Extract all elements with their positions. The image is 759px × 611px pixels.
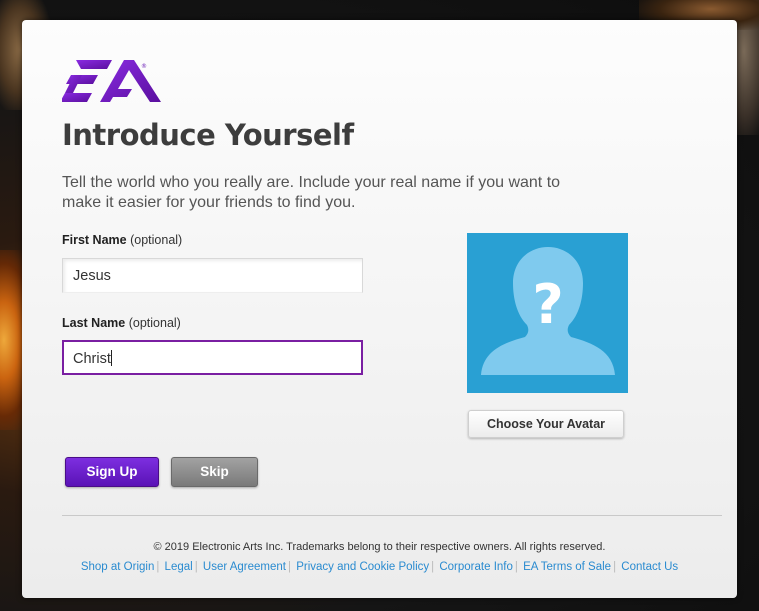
last-name-label: Last Name (optional) — [62, 316, 181, 330]
ea-logo: ® — [62, 60, 161, 102]
choose-avatar-button[interactable]: Choose Your Avatar — [468, 410, 624, 438]
footer-links: Shop at Origin | Legal | User Agreement | P… — [79, 561, 680, 573]
page-description: Tell the world who you really are. Inclu… — [62, 174, 561, 211]
first-name-value: Jesus — [73, 268, 111, 284]
footer-divider — [62, 515, 722, 516]
footer-link-terms-of-sale[interactable]: EA Terms of Sale — [521, 561, 613, 573]
unknown-person-icon: ? — [481, 247, 615, 375]
last-name-value: Christ — [73, 351, 111, 367]
last-name-input[interactable]: Christ — [62, 340, 363, 375]
signup-panel: ® Introduce Yourself Tell the world who … — [22, 20, 737, 598]
skip-button[interactable]: Skip — [171, 457, 258, 487]
footer-link-user-agreement[interactable]: User Agreement — [201, 561, 288, 573]
footer-link-privacy[interactable]: Privacy and Cookie Policy — [294, 561, 431, 573]
footer-link-corporate[interactable]: Corporate Info — [437, 561, 515, 573]
text-cursor — [110, 350, 112, 366]
sign-up-button[interactable]: Sign Up — [65, 457, 159, 487]
svg-text:®: ® — [141, 63, 147, 70]
svg-text:?: ? — [532, 273, 563, 336]
first-name-input[interactable]: Jesus — [62, 258, 363, 293]
page-title: Introduce Yourself — [62, 118, 354, 152]
footer-link-legal[interactable]: Legal — [163, 561, 195, 573]
first-name-label: First Name (optional) — [62, 233, 183, 247]
avatar-preview[interactable]: ? — [467, 233, 628, 393]
footer-link-contact[interactable]: Contact Us — [619, 561, 680, 573]
footer-link-shop[interactable]: Shop at Origin — [79, 561, 157, 573]
copyright-text: © 2019 Electronic Arts Inc. Trademarks b… — [153, 541, 606, 553]
